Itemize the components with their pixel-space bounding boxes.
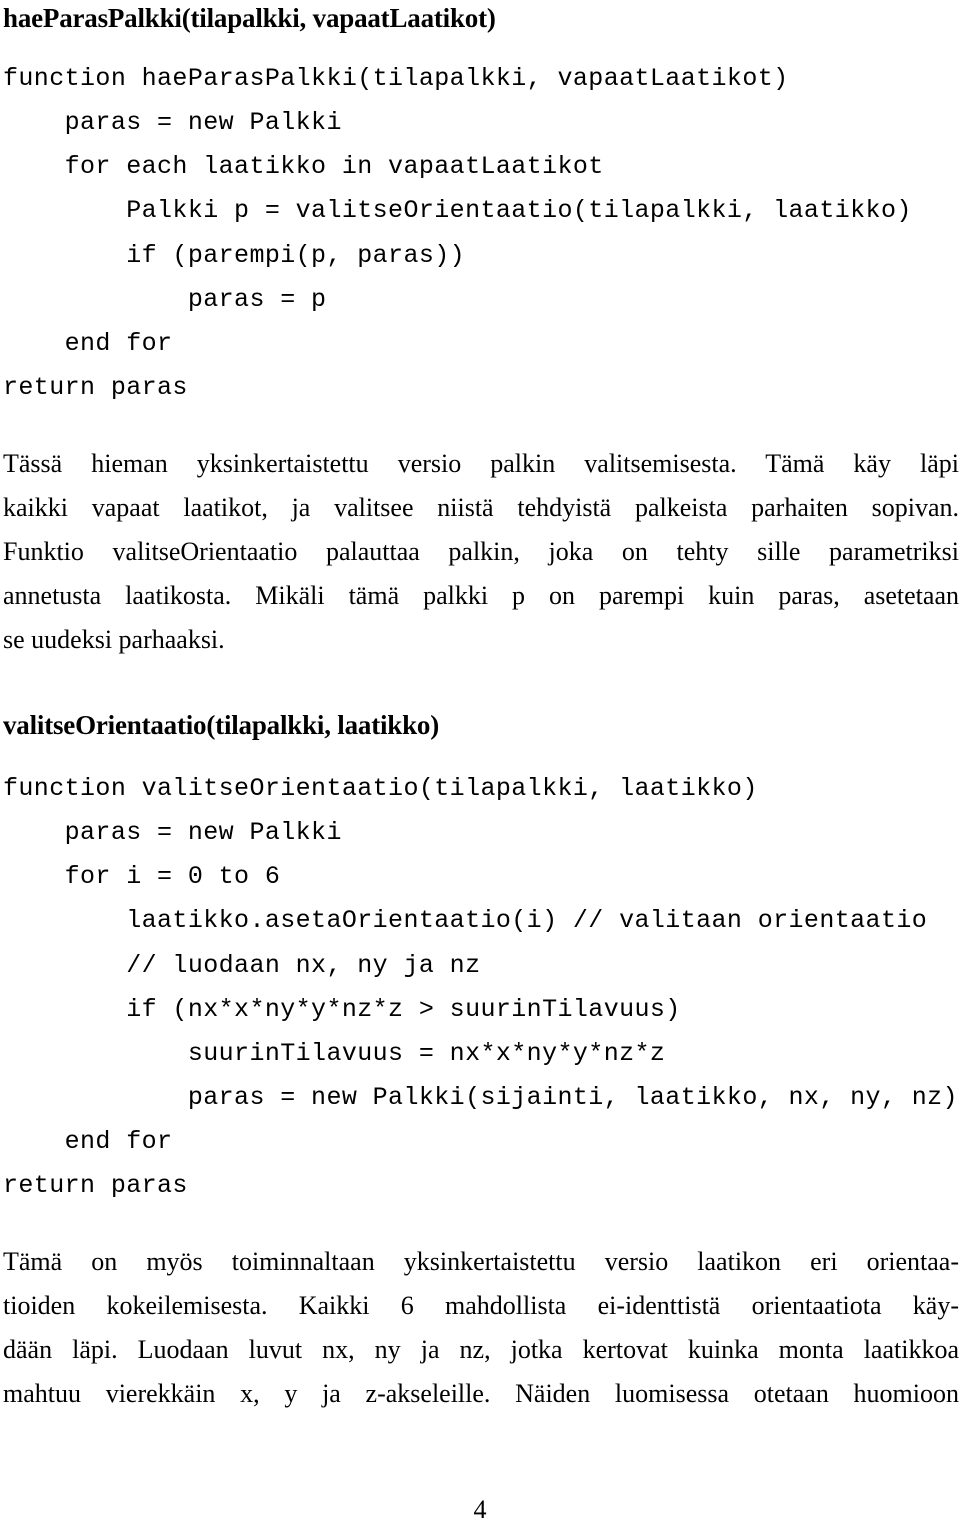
code-line: end for <box>3 1127 173 1156</box>
section-heading-valitse-orientaatio: valitseOrientaatio(tilapalkki, laatikko) <box>3 710 440 740</box>
code-line: paras = p <box>3 285 327 314</box>
paragraph-line: Funktio valitseOrientaatio palauttaa pal… <box>3 537 959 566</box>
code-line: return paras <box>3 373 188 402</box>
code-line: if (parempi(p, paras)) <box>3 241 466 270</box>
paragraph-line: tioiden kokeilemisesta. Kaikki 6 mahdoll… <box>3 1291 959 1320</box>
paragraph-line: Tämä on myös toiminnaltaan yksinkertaist… <box>3 1247 959 1276</box>
code-line: paras = new Palkki(sijainti, laatikko, n… <box>3 1083 958 1112</box>
code-line: function valitseOrientaatio(tilapalkki, … <box>3 774 758 803</box>
code-line: function haeParasPalkki(tilapalkki, vapa… <box>3 64 789 93</box>
paragraph-line: annetusta laatikosta. Mikäli tämä palkki… <box>3 581 959 610</box>
code-line: paras = new Palkki <box>3 108 342 137</box>
paragraph-line: mahtuu vierekkäin x, y ja z-akseleille. … <box>3 1379 959 1408</box>
code-line: end for <box>3 329 173 358</box>
page-number: 4 <box>473 1495 487 1524</box>
section-heading-hae-paras-palkki: haeParasPalkki(tilapalkki, vapaatLaatiko… <box>3 3 496 33</box>
paragraph-line: dään läpi. Luodaan luvut nx, ny ja nz, j… <box>3 1335 959 1364</box>
code-line: Palkki p = valitseOrientaatio(tilapalkki… <box>3 196 912 225</box>
paragraph-line: kaikki vapaat laatikot, ja valitsee niis… <box>3 493 959 522</box>
code-line: for i = 0 to 6 <box>3 862 281 891</box>
code-line: // luodaan nx, ny ja nz <box>3 951 481 980</box>
paragraph-line: se uudeksi parhaaksi. <box>3 625 225 654</box>
code-line: for each laatikko in vapaatLaatikot <box>3 152 604 181</box>
code-line: return paras <box>3 1171 188 1200</box>
code-line: suurinTilavuus = nx*x*ny*y*nz*z <box>3 1039 666 1068</box>
code-line: paras = new Palkki <box>3 818 342 847</box>
paragraph-line: Tässä hieman yksinkertaistettu versio pa… <box>3 449 959 478</box>
code-line: laatikko.asetaOrientaatio(i) // valitaan… <box>3 906 928 935</box>
code-line: if (nx*x*ny*y*nz*z > suurinTilavuus) <box>3 995 681 1024</box>
